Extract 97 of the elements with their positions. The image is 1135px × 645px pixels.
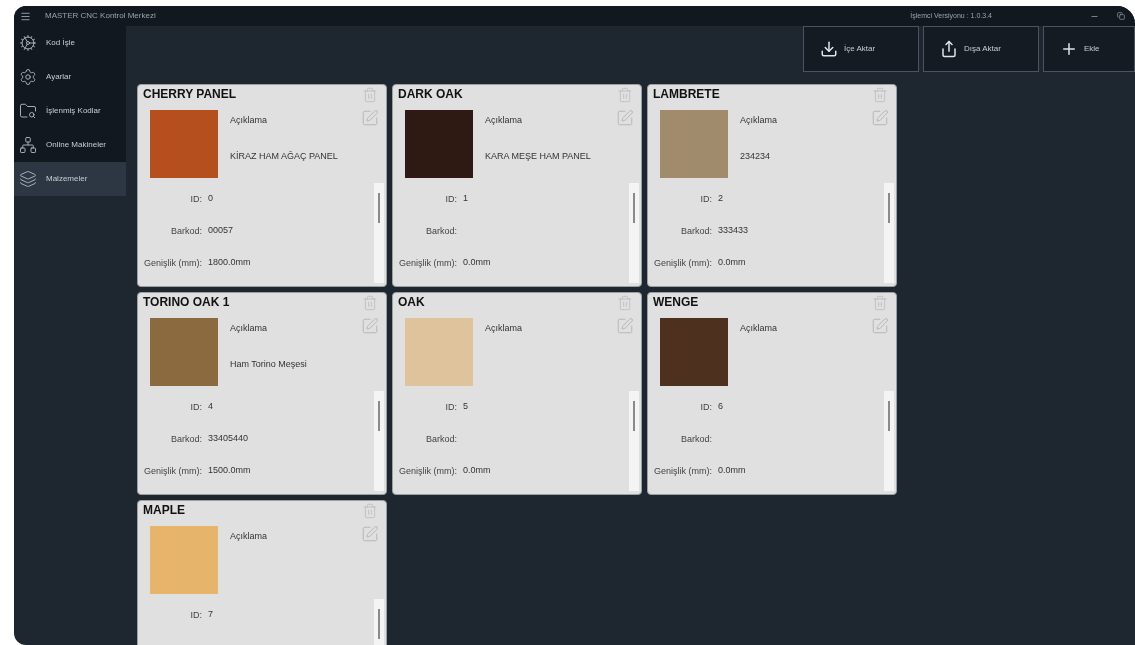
description-label: Açıklama [485,322,522,335]
field-value: 00057 [208,224,234,238]
toolbar-button[interactable]: Dışa Aktar [923,26,1039,72]
field-value: 0.0mm [718,464,746,478]
field-value: 2 [718,192,723,206]
field-label: ID: [189,401,202,413]
field-value: 333433 [718,224,749,238]
material-name: LAMBRETE [653,86,720,103]
plus-icon [1060,40,1078,58]
material-name: MAPLE [143,502,185,519]
scrollbar-thumb[interactable] [888,401,890,431]
field-value: 0.0mm [718,256,746,270]
field-label: Barkod: [424,225,457,237]
field-label: Genişlik (mm): [398,465,457,477]
field-label: Genişlik (mm): [653,257,712,269]
description-text: KARA MEŞE HAM PANEL [485,149,591,163]
scrollbar[interactable] [629,391,639,491]
tray-down-arrow-icon [820,40,838,58]
scrollbar-thumb[interactable] [378,193,380,223]
trash-icon[interactable] [872,295,888,311]
scrollbar-thumb[interactable] [378,609,380,639]
trash-icon[interactable] [617,87,633,103]
description-text: Ham Torino Meşesi [230,357,307,371]
field-label: Barkod: [169,225,202,237]
field-label: Genişlik (mm): [398,257,457,269]
description-label: Açıklama [740,322,777,335]
field-value: 0.0mm [463,464,491,478]
trash-icon[interactable] [617,295,633,311]
toolbar-button[interactable]: Ekle [1043,26,1135,72]
field-label: Barkod: [424,433,457,445]
edit-icon[interactable] [871,109,889,127]
scrollbar-thumb[interactable] [378,401,380,431]
scrollbar-thumb[interactable] [633,193,635,223]
field-label: ID: [189,609,202,621]
field-value: 7 [208,608,213,622]
field-label: Barkod: [679,433,712,445]
field-value: 1500.0mm [208,464,251,478]
field-label: Genişlik (mm): [653,465,712,477]
description-label: Açıklama [485,114,523,127]
toolbar-button[interactable]: İçe Aktar [803,26,919,72]
field-label: Genişlik (mm): [143,465,202,477]
field-label: ID: [444,401,457,413]
description-label: Açıklama [230,530,267,543]
window-title: MASTER CNC Kontrol Merkezi [45,10,156,22]
scrollbar[interactable] [374,183,384,283]
description-label: Açıklama [740,114,777,127]
sidebar-item[interactable]: Online Makineler [14,128,126,162]
edit-icon[interactable] [616,317,634,335]
scrollbar-thumb[interactable] [888,193,890,223]
field-value: 5 [463,400,468,414]
scrollbar[interactable] [374,391,384,491]
scrollbar[interactable] [629,183,639,283]
field-label: Barkod: [679,225,712,237]
description-text: 234234 [740,149,772,163]
field-label: ID: [699,193,712,205]
sidebar-item[interactable]: Malzemeler [14,162,126,196]
scrollbar-thumb[interactable] [633,401,635,431]
scrollbar[interactable] [884,183,894,283]
menu-icon[interactable] [20,10,31,22]
edit-icon[interactable] [361,525,379,543]
material-name: TORINO OAK 1 [143,294,230,311]
trash-icon[interactable] [362,87,378,103]
sidebar-item[interactable]: Ayarlar [14,60,126,94]
edit-icon[interactable] [616,109,634,127]
settings-icon [19,68,37,86]
field-value: 1800.0mm [208,256,251,270]
sidebar-item[interactable]: İşlenmiş Kodlar [14,94,126,128]
material-name: DARK OAK [398,86,463,103]
field-label: ID: [189,193,202,205]
sidebar-item[interactable]: Kod İşle [14,26,126,60]
edit-icon[interactable] [361,109,379,127]
restore-icon[interactable] [1117,12,1125,20]
trash-icon[interactable] [362,503,378,519]
folder-search-icon [19,102,37,120]
network-icon [19,136,37,154]
material-name: WENGE [653,294,699,311]
field-label: Barkod: [169,433,202,445]
field-value: 0.0mm [463,256,491,270]
field-label: ID: [699,401,712,413]
field-value: 6 [718,400,723,414]
description-label: Açıklama [230,322,268,335]
trash-icon[interactable] [872,87,888,103]
field-label: ID: [444,193,457,205]
field-value: 1 [463,192,468,206]
description-label: Açıklama [230,114,268,127]
field-value: 4 [208,400,213,414]
gear-icon [19,34,37,52]
trash-icon[interactable] [362,295,378,311]
edit-icon[interactable] [871,317,889,335]
field-value: 33405440 [208,432,249,446]
field-value: 0 [208,192,213,206]
description-text: KİRAZ HAM AĞAÇ PANEL [230,149,338,163]
material-name: OAK [398,294,425,311]
field-label: Genişlik (mm): [143,257,202,269]
edit-icon[interactable] [361,317,379,335]
layers-icon [19,170,37,188]
scrollbar[interactable] [884,391,894,491]
